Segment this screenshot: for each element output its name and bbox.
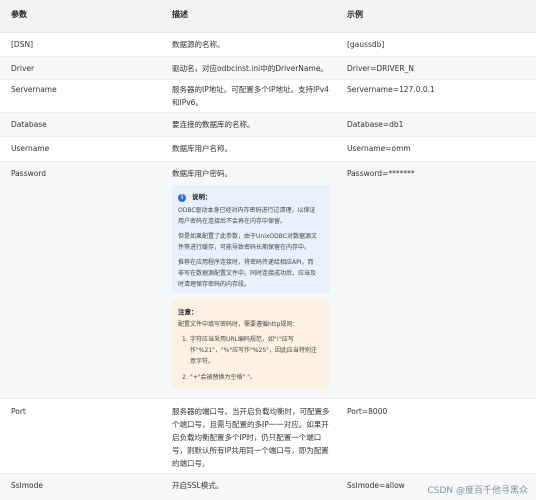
header-example: 示例 xyxy=(347,10,363,19)
param-name: Driver xyxy=(11,64,35,73)
param-desc-line: 的端口号。 xyxy=(172,459,210,468)
param-example: Password=******* xyxy=(347,169,415,178)
param-desc: 数据库用户密码。 xyxy=(172,169,232,178)
param-name: Database xyxy=(11,120,47,129)
table-row: Database 要连接的数据库的名称。 Database=db1 xyxy=(0,113,536,136)
param-desc: 开启SSL模式。 xyxy=(172,481,224,490)
param-name: Password xyxy=(11,169,47,178)
note-text-line: ODBC驱动本身已经对内存密码进行过清理，以保证 xyxy=(178,207,316,214)
note-text-line: 推荐在应用程序连接时，将密码传递给相应API，而 xyxy=(178,259,314,266)
attention-note: 注意： 配置文件中填写密码时，需要遵循http规则： 1. 字符应当采用URL编… xyxy=(172,300,330,388)
param-example: Database=db1 xyxy=(347,120,404,129)
param-desc-line: 启负载均衡配置多个IP时，仍只配置一个端口 xyxy=(172,433,322,442)
note-text-line: 非写在数据源配置文件中。同时连接成功后，应当及 xyxy=(178,270,317,277)
param-desc-line: 个端口号，且需与配置的多IP一一对应。如果开 xyxy=(172,420,329,429)
note-title: 注意： xyxy=(178,308,198,316)
table-row: Driver 驱动名，对应odbcinst.ini中的DriverName。 D… xyxy=(0,57,536,79)
note-text-line: 用户密码在连接后不会再在内存中保留。 xyxy=(178,218,287,225)
param-name: Username xyxy=(11,144,50,153)
param-desc-line: 服务器的IP地址。可配置多个IP地址。支持IPv4 xyxy=(172,85,329,94)
param-desc: 数据源的名称。 xyxy=(172,40,225,49)
param-desc-line: 号，则默认所有IP共用同一个端口号，即为配置 xyxy=(172,446,329,455)
param-example: Port=8000 xyxy=(347,407,388,416)
watermark: CSDN @度百千他寻黑众 xyxy=(427,486,528,496)
table-row: [DSN] 数据源的名称。 [gaussdb] xyxy=(0,33,536,56)
list-item-line: "+"会被替换为空格" "。 xyxy=(190,374,256,381)
header-desc: 描述 xyxy=(172,10,188,19)
list-number: 1. xyxy=(182,336,188,343)
list-item-line: 作"%21"，"%"应写作"%25"，因此应当特别注 xyxy=(190,347,317,354)
param-desc: 要连接的数据库的名称。 xyxy=(172,120,255,129)
note-title: 说明： xyxy=(192,193,212,201)
info-note: i 说明： ODBC驱动本身已经对内存密码进行过清理，以保证 用户密码在连接后不… xyxy=(172,185,330,293)
param-desc: 数据库用户名称。 xyxy=(172,144,232,153)
param-name: Servername xyxy=(11,85,57,94)
table-row: Servername 服务器的IP地址。可配置多个IP地址。支持IPv4 和IP… xyxy=(0,80,536,112)
note-text-line: 件等进行缓存，可能导致密码长期保留在内存中。 xyxy=(178,244,311,251)
param-name: Port xyxy=(11,407,26,416)
table-row: Port 服务器的端口号。当开启负载均衡时，可配置多 个端口号，且需与配置的多I… xyxy=(0,399,536,473)
list-item-line: 意字符。 xyxy=(190,358,215,365)
table-row: Username 数据库用户名称。 Username=omm xyxy=(0,137,536,161)
param-example: Driver=DRIVER_N xyxy=(347,64,415,73)
list-item-line: 字符应当采用URL编码规范，如"!"应写 xyxy=(190,336,294,343)
param-example: Servername=127.0.0.1 xyxy=(347,85,435,94)
table-header: 参数 描述 示例 xyxy=(0,0,536,33)
list-number: 2. xyxy=(182,374,188,381)
param-name: Sslmode xyxy=(11,481,44,490)
param-desc-line: 服务器的端口号。当开启负载均衡时，可配置多 xyxy=(172,407,330,416)
header-param: 参数 xyxy=(11,10,27,19)
param-name: [DSN] xyxy=(11,40,33,49)
note-text-line: 但是如果配置了此参数，由于UnixODBC对数据源文 xyxy=(178,233,317,240)
param-desc-line: 和IPv6。 xyxy=(172,98,203,107)
param-example: Username=omm xyxy=(347,144,411,153)
info-icon: i xyxy=(178,194,186,202)
param-desc: 驱动名，对应odbcinst.ini中的DriverName。 xyxy=(172,64,328,73)
note-text-line: 时清理保存密码的内存段。 xyxy=(178,281,251,288)
note-text-line: 配置文件中填写密码时，需要遵循http规则： xyxy=(178,321,299,328)
param-example: [gaussdb] xyxy=(347,40,385,49)
